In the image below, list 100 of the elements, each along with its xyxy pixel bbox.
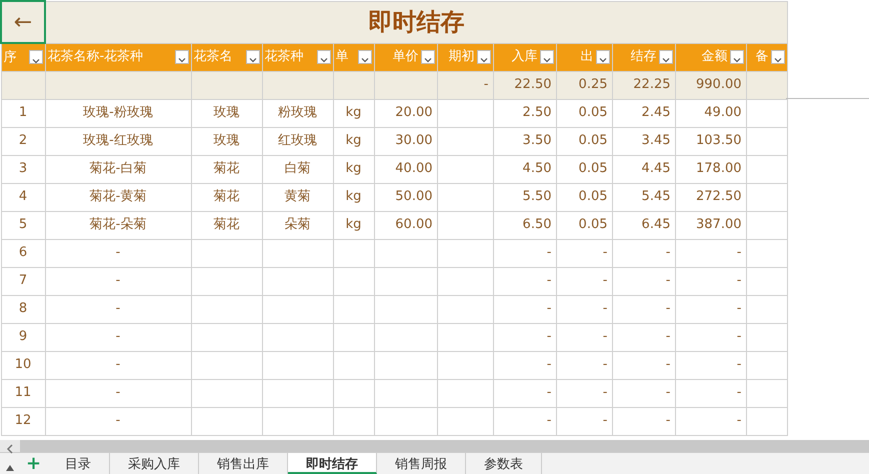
table-cell: 6 [18,245,28,260]
column-header: 期初 [448,48,474,66]
table-cell: - [546,385,552,400]
filter-dropdown-icon[interactable] [28,50,42,64]
table-cell: - [736,273,742,288]
table-cell: 4 [18,189,28,204]
filter-dropdown-icon[interactable] [476,50,490,64]
table-cell: 5 [18,217,28,232]
table-cell: 玫瑰-粉玫瑰 [83,105,153,120]
table-cell: - [116,385,120,400]
filter-dropdown-icon[interactable] [730,50,744,64]
table-cell: 菊花-朵菊 [90,217,146,232]
table-cell: 朵菊 [284,217,310,232]
table-cell: kg [346,189,362,204]
table-cell: - [546,301,552,316]
column-header: 出 [580,48,594,66]
table-cell: 玫瑰 [214,105,240,120]
table-cell: 白菊 [284,161,310,176]
table-cell: - [666,273,670,288]
table-cell: 0.05 [578,105,608,120]
scroll-left-icon[interactable] [6,444,14,454]
table-cell: 22.25 [633,77,670,92]
table-cell: 2 [18,133,28,148]
filter-dropdown-icon[interactable] [770,50,785,64]
table-cell: - [484,77,488,92]
column-header: 花茶种 [264,48,304,66]
sheet-title: 即时结存 [368,8,464,36]
table-cell: - [116,245,120,260]
table-cell: 红玫瑰 [278,133,317,148]
table-cell: - [116,273,120,288]
table-cell: - [116,329,120,344]
table-cell: 5.45 [642,189,670,204]
table-cell: 4.45 [642,161,670,176]
column-header: 单 [336,48,348,66]
table-cell: 0.05 [578,133,608,148]
table-cell: 20.00 [395,105,432,120]
sheet-tab[interactable]: 即时结存 [288,453,378,474]
table-cell: 0.25 [578,77,608,92]
table-cell: 50.00 [395,189,432,204]
table-cell: 12 [14,413,32,428]
table-cell: - [736,301,742,316]
table-cell: - [546,357,552,372]
table-cell: 272.50 [696,189,742,204]
column-header: 结存 [630,48,656,66]
table-cell: - [666,245,670,260]
table-cell: - [602,245,608,260]
table-cell: 0.05 [578,161,608,176]
table-cell: 7 [18,273,28,288]
table-cell: - [116,413,120,428]
filter-dropdown-icon[interactable] [596,50,610,64]
back-button[interactable]: ← [1,1,45,43]
filter-dropdown-icon[interactable] [658,50,672,64]
table-cell: - [602,385,608,400]
column-header: 单价 [392,48,418,66]
table-cell: 8 [18,301,28,316]
table-cell: - [602,413,608,428]
table-cell: 4.50 [522,161,552,176]
table-cell: 22.50 [514,77,552,92]
filter-dropdown-icon[interactable] [358,50,372,64]
filter-dropdown-icon[interactable] [420,50,434,64]
table-cell: 3 [18,161,28,176]
table-cell: - [736,329,742,344]
table-cell: 6.45 [642,217,670,232]
table-cell: 3.50 [522,133,552,148]
column-header: 入库 [512,48,538,66]
table-cell: 6.50 [522,217,552,232]
filter-dropdown-icon[interactable] [174,50,188,64]
table-cell: 10 [14,357,32,372]
table-cell: - [546,273,552,288]
table-cell: 103.50 [696,133,742,148]
table-cell: - [736,357,742,372]
table-cell: 粉玫瑰 [278,105,317,120]
filter-dropdown-icon[interactable] [246,50,260,64]
table-cell: - [546,413,552,428]
table-cell: 黄菊 [284,189,310,204]
table-cell: - [546,245,552,260]
table-cell: 0.05 [578,217,608,232]
table-cell: 40.00 [395,161,432,176]
table-cell: 菊花 [214,217,240,232]
column-header: 备 [756,48,769,66]
table-cell: - [666,301,670,316]
table-cell: - [116,357,120,372]
table-cell: kg [346,105,362,120]
table-cell: 3.45 [642,133,670,148]
column-header: 金额 [702,48,728,66]
table-cell: 387.00 [696,217,742,232]
table-cell: 178.00 [696,161,742,176]
table-cell: kg [346,161,362,176]
table-cell: 0.05 [578,189,608,204]
table-cell: 玫瑰 [214,133,240,148]
table-cell: - [666,413,670,428]
filter-dropdown-icon[interactable] [316,50,330,64]
filter-dropdown-icon[interactable] [540,50,554,64]
column-header: 序 [4,48,16,66]
table-cell: 玫瑰-红玫瑰 [83,133,153,148]
table-cell: kg [346,133,362,148]
table-cell: - [602,301,608,316]
table-cell: 1 [18,105,28,120]
table-cell: 菊花-黄菊 [90,189,146,204]
table-cell: - [602,273,608,288]
